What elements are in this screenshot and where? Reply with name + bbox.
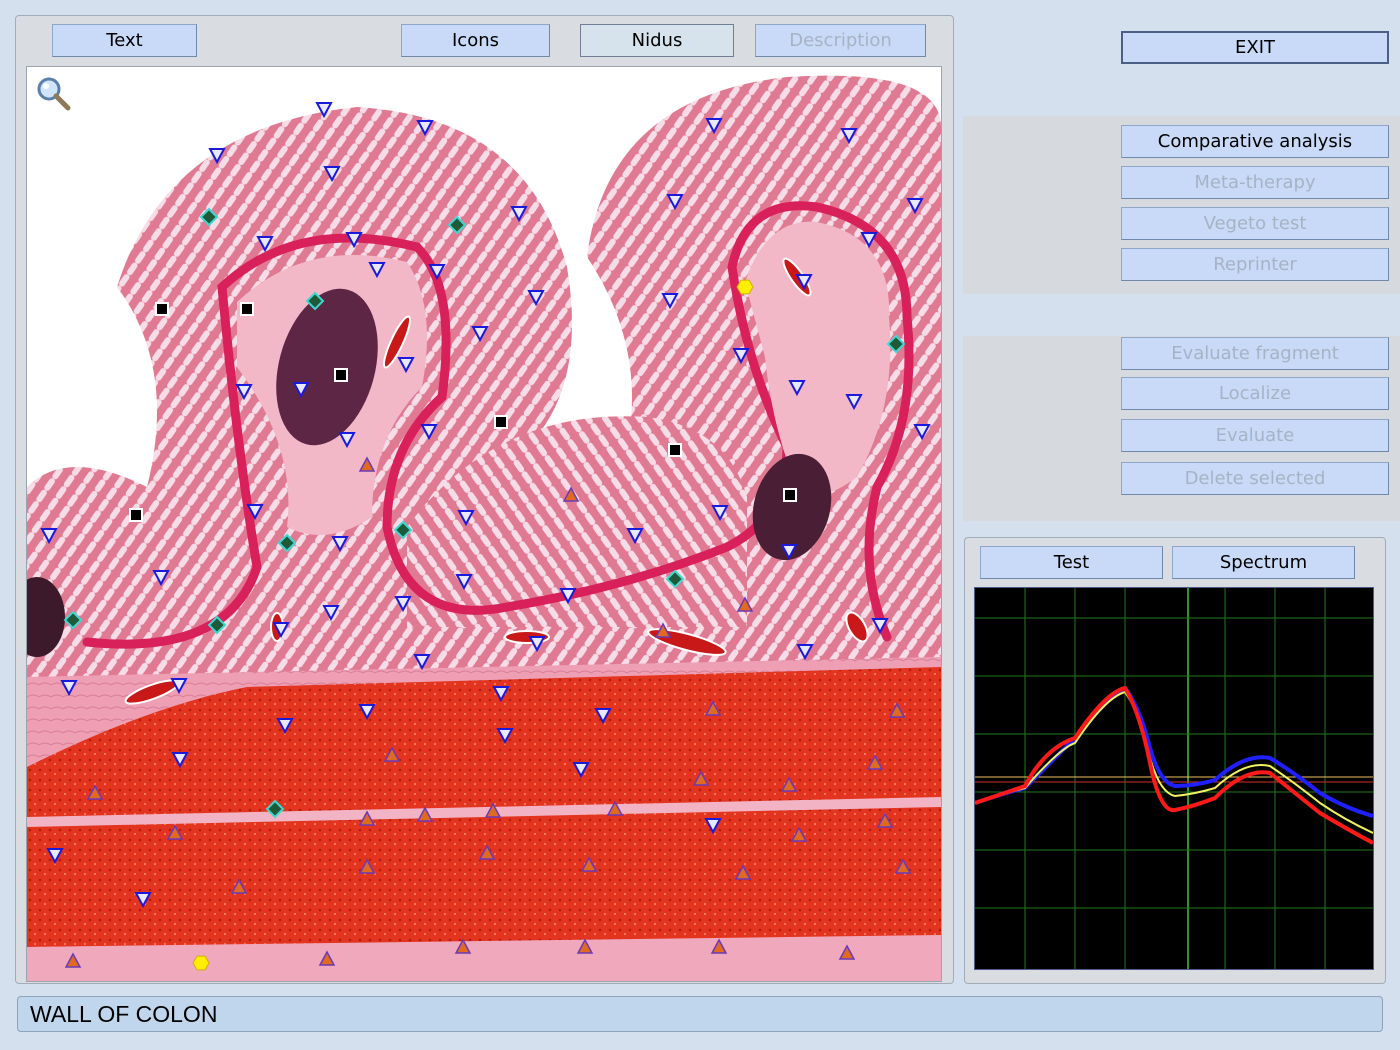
- meta-therapy-button[interactable]: Meta-therapy: [1121, 166, 1389, 199]
- magnifier-icon[interactable]: [35, 75, 71, 111]
- nidus-button[interactable]: Nidus: [580, 24, 734, 57]
- black-square-marker[interactable]: [494, 415, 508, 429]
- spectrum-tab[interactable]: Spectrum: [1172, 546, 1355, 579]
- vegeto-test-button[interactable]: Vegeto test: [1121, 207, 1389, 240]
- curve-red: [974, 685, 1374, 845]
- black-square-marker[interactable]: [155, 302, 169, 316]
- evaluate-fragment-button[interactable]: Evaluate fragment: [1121, 337, 1389, 370]
- spectrum-plot: [974, 588, 1374, 969]
- localize-button[interactable]: Localize: [1121, 377, 1389, 410]
- black-square-marker[interactable]: [129, 508, 143, 522]
- status-bar: WALL OF COLON: [17, 996, 1383, 1032]
- delete-selected-button[interactable]: Delete selected: [1121, 462, 1389, 495]
- comparative-analysis-button[interactable]: Comparative analysis: [1121, 125, 1389, 158]
- colon-wall-illustration[interactable]: [27, 67, 941, 981]
- yellow-hexagon-marker[interactable]: [736, 279, 754, 295]
- organ-title: WALL OF COLON: [30, 1000, 218, 1027]
- icons-button[interactable]: Icons: [401, 24, 550, 57]
- exit-button[interactable]: EXIT: [1121, 31, 1389, 64]
- evaluate-button[interactable]: Evaluate: [1121, 419, 1389, 452]
- test-tab[interactable]: Test: [980, 546, 1163, 579]
- text-button[interactable]: Text: [52, 24, 197, 57]
- black-square-marker[interactable]: [783, 488, 797, 502]
- black-square-marker[interactable]: [668, 443, 682, 457]
- spectrum-chart: [974, 587, 1374, 970]
- tissue-image-viewport[interactable]: [26, 66, 942, 982]
- black-square-marker[interactable]: [334, 368, 348, 382]
- description-button[interactable]: Description: [755, 24, 926, 57]
- reprinter-button[interactable]: Reprinter: [1121, 248, 1389, 281]
- black-square-marker[interactable]: [240, 302, 254, 316]
- yellow-hexagon-marker[interactable]: [192, 955, 210, 971]
